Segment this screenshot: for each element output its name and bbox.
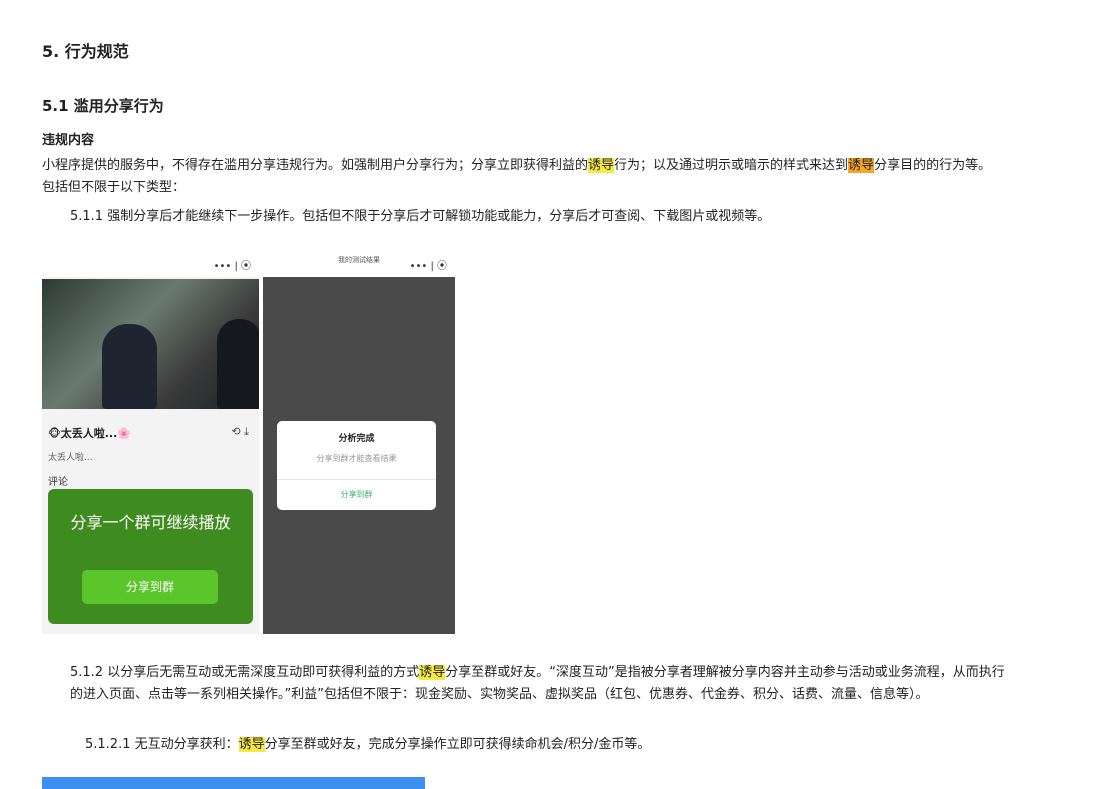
share-download-icon: ⟲ ⤓ [231,425,249,438]
subsection-heading: 5.1 滥用分享行为 [42,97,164,115]
screenshot-video-share: ••• | ⦿ 🐵太丢人啦...🌸 ⟲ ⤓ 太丢人啦... 评论 分享一个群可继… [42,249,259,634]
highlight-text: 诱导 [588,158,615,173]
video-title: 🐵太丢人啦...🌸 [48,427,131,440]
rule-5-1-2-1: 5.1.2.1 无互动分享获利：诱导分享至群或好友，完成分享操作立即可获得续命机… [85,737,651,752]
rule-5-1-2: 5.1.2 以分享后无需互动或无需深度互动即可获得利益的方式诱导分享至群或好友。… [70,665,1005,702]
screenshot-test-result: 我的测试结果 ••• | ⦿ 分析完成 分享到群才能查看结果 分享到群 [263,249,455,634]
dialog-title: 分析完成 [338,434,375,444]
highlight-text: 诱导 [848,158,875,173]
section-heading: 5. 行为规范 [42,42,129,61]
share-popup: 分享一个群可继续播放 分享到群 [48,489,253,624]
intro-paragraph: 小程序提供的服务中，不得存在滥用分享违规行为。如强制用户分享行为；分享立即获得利… [42,158,992,195]
video-subtitle: 太丢人啦... [48,453,93,463]
share-to-group-button[interactable]: 分享到群 [277,489,436,500]
video-frame [42,279,259,409]
result-dialog: 分析完成 分享到群才能查看结果 分享到群 [277,421,436,510]
popup-title: 分享一个群可继续播放 [70,513,231,532]
rule-5-1-1: 5.1.1 强制分享后才能继续下一步操作。包括但不限于分享后才可解锁功能或能力，… [70,209,771,224]
capsule-icon: ••• | ⦿ [213,261,251,272]
highlight-text: 诱导 [238,737,265,752]
share-to-group-button[interactable]: 分享到群 [82,570,218,604]
capsule-icon: ••• | ⦿ [409,261,447,272]
screenshot-partial [42,777,425,789]
highlight-text: 诱导 [419,665,446,680]
violation-heading: 违规内容 [42,133,95,148]
comment-label: 评论 [48,477,68,488]
dialog-subtitle: 分享到群才能查看结果 [316,454,397,463]
